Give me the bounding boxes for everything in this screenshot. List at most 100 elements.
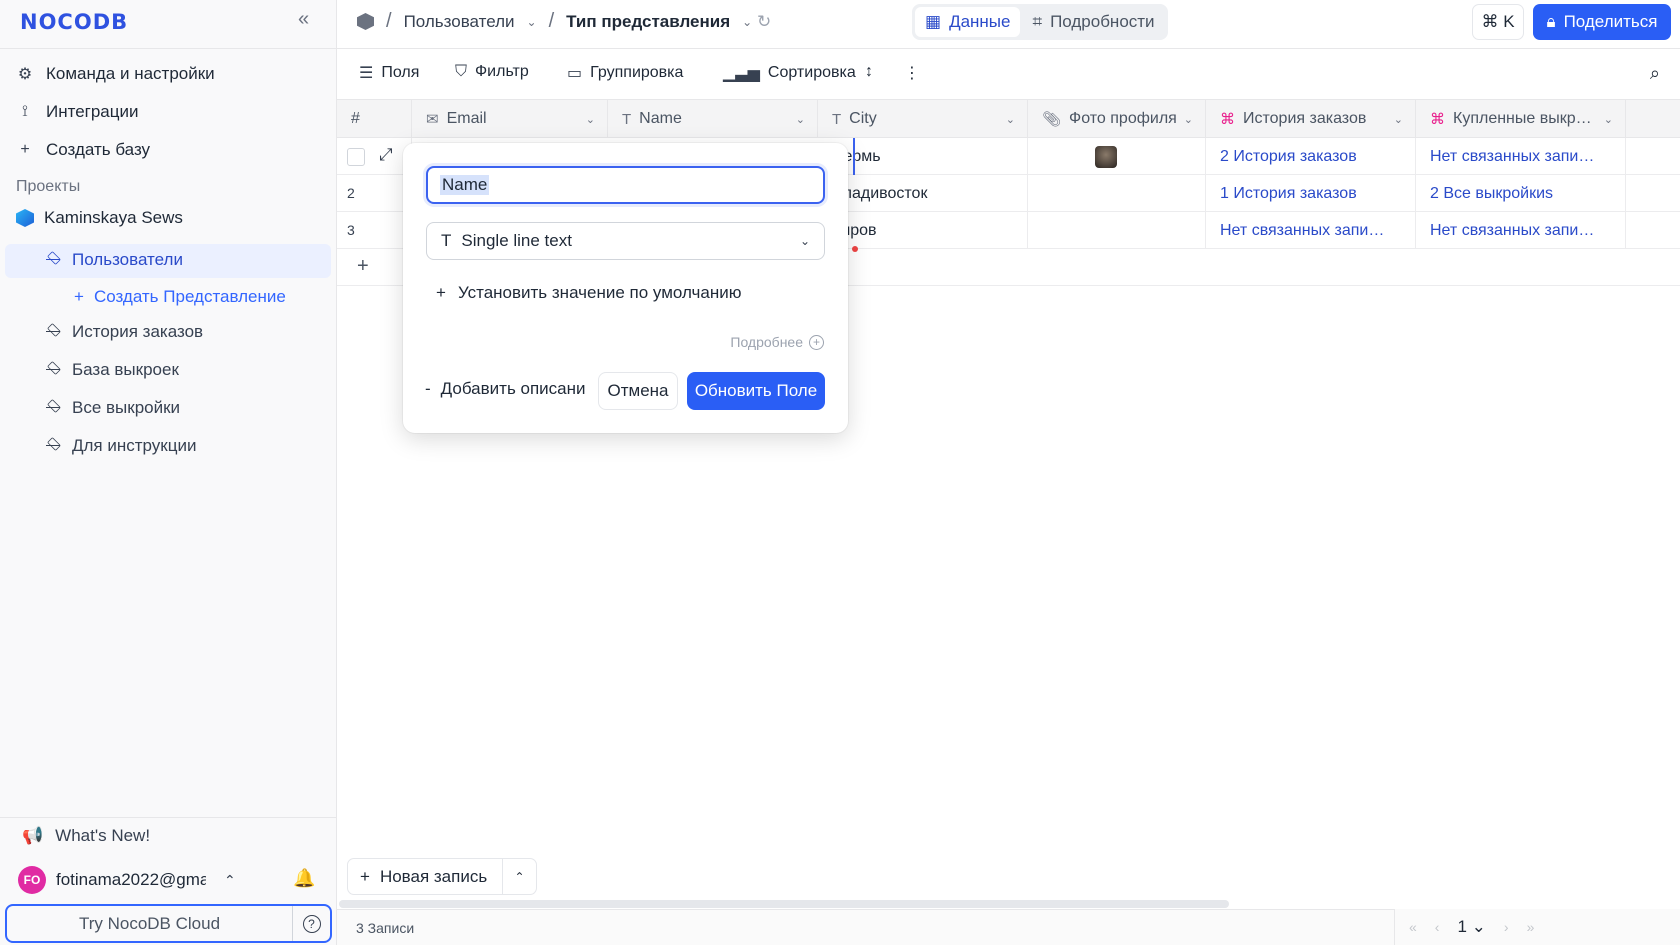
add-description-button[interactable]: - Добавить описани [425,379,586,399]
link-icon: ⌘ [1430,111,1445,128]
header-city[interactable]: T City ⌄ [818,100,1028,138]
bell-icon[interactable]: 🔔 [293,868,315,889]
chevron-down-icon[interactable]: ⌄ [1394,113,1403,126]
header-email[interactable]: ✉ Email ⌄ [412,100,608,138]
sidebar-table-users[interactable]: Пользователи [44,250,183,270]
city-cell[interactable]: Киров [818,212,1028,249]
chevron-down-icon[interactable]: ⌄ [1604,113,1613,126]
field-name-input[interactable]: Name [426,166,825,204]
whats-new-button[interactable]: 📢 What's New! [22,826,150,846]
tab-details[interactable]: ⌗ Подробности [1022,7,1164,37]
sidebar-item-team-settings[interactable]: ⚙ Команда и настройки [16,58,215,90]
city-cell[interactable]: Владивосток [818,175,1028,212]
chevron-up-icon[interactable]: ⌃ [502,859,536,894]
photo-cell[interactable] [1028,212,1206,249]
sidebar-table-patterns-base[interactable]: База выкроек [44,360,179,380]
chevron-down-icon[interactable]: ⌄ [742,15,752,29]
create-view-button[interactable]: + Создать Представление [74,287,286,307]
photo-cell[interactable] [1028,175,1206,212]
plus-icon[interactable]: + [357,255,369,278]
sidebar-table-orders[interactable]: История заказов [44,322,203,342]
row-checkbox[interactable] [347,148,365,166]
new-record-button[interactable]: + Новая запись ⌃ [347,858,537,895]
prev-page-icon[interactable]: ‹ [1435,919,1440,935]
sort-button[interactable]: ▁▃▅ Сортировка [723,63,856,83]
orders-cell[interactable]: Нет связанных запи… [1206,212,1416,249]
table-icon [44,251,62,269]
new-record-main[interactable]: + Новая запись [348,867,502,887]
add-description-label: Добавить описани [440,379,586,398]
group-button[interactable]: ▭ Группировка [567,63,683,83]
last-page-icon[interactable]: » [1527,919,1535,935]
breadcrumb: / Пользователи ⌄ / Тип представления ⌄ [357,10,752,33]
chevron-down-icon[interactable]: ⌄ [1184,113,1193,126]
pagination: « ‹ 1 ⌄ › » [1394,909,1680,945]
photo-cell[interactable] [1028,138,1206,175]
record-count: 3 Записи [356,920,415,936]
filter-button[interactable]: ⛉ Фильтр [455,63,529,81]
page-select[interactable]: 1 ⌄ [1457,917,1485,937]
next-page-icon[interactable]: › [1504,919,1509,935]
bought-cell[interactable]: Нет связанных запи… [1416,212,1626,249]
expand-icon[interactable]: ⤢ [379,145,393,165]
tab-label: Данные [949,12,1011,31]
first-page-icon[interactable]: « [1409,919,1417,935]
profile-photo-thumbnail[interactable] [1095,145,1117,168]
text-type-icon: T [832,110,842,128]
share-label: Поделиться [1563,12,1658,31]
sidebar-item-integrations[interactable]: ⟟ Интеграции [16,96,138,128]
table-label: Пользователи [72,250,183,269]
email-icon: ✉ [426,111,439,128]
city-cell[interactable]: Пермь [818,138,1028,175]
breadcrumb-table[interactable]: Пользователи [404,12,515,32]
sidebar-table-instructions[interactable]: Для инструкции [44,436,196,456]
table-icon [44,361,62,379]
breadcrumb-view[interactable]: Тип представления [566,12,730,32]
text-type-icon: T [441,231,452,250]
chevron-down-icon: ⌄ [799,234,810,248]
share-button[interactable]: 🔒︎ Поделиться [1533,4,1671,40]
chevron-down-icon[interactable]: ⌄ [796,113,805,126]
chevron-down-icon[interactable]: ⌄ [1006,113,1015,126]
nocodb-logo[interactable]: NOCODB [20,10,128,34]
sidebar-table-all-patterns[interactable]: Все выкройки [44,398,180,418]
header-order-history[interactable]: ⌘ История заказов ⌄ [1206,100,1416,138]
base-item[interactable]: Kaminskaya Sews [16,208,183,228]
chevron-down-icon[interactable]: ⌄ [527,15,537,29]
tab-data[interactable]: ▦ Данные [915,7,1021,37]
sidebar-item-create-base[interactable]: + Создать базу [16,134,150,166]
bought-cell[interactable]: Нет связанных запи… [1416,138,1626,175]
help-button[interactable]: ? [292,906,330,941]
resize-handle[interactable] [852,246,858,252]
chevron-up-icon: ⌃ [224,871,236,888]
field-type-select[interactable]: T Single line text ⌄ [426,222,825,260]
header-photo[interactable]: 📎︎ Фото профиля ⌄ [1028,100,1206,138]
header-bought-patterns[interactable]: ⌘ Купленные выкр… ⌄ [1416,100,1626,138]
table-icon [44,437,62,455]
base-cube-icon [16,209,34,227]
app-root: NOCODB « ⚙ Команда и настройки ⟟ Интегра… [0,0,1680,945]
fields-button[interactable]: ☰ Поля [359,63,419,83]
cancel-button[interactable]: Отмена [598,372,678,410]
header-name[interactable]: T Name ⌄ [608,100,818,138]
more-options-icon[interactable]: ⋮ [904,63,920,83]
base-icon [357,13,374,30]
more-options-button[interactable]: Подробнее + [730,334,824,350]
table-icon [44,323,62,341]
reload-icon[interactable]: ↻ [757,12,771,32]
row-height-icon[interactable]: ↕ [865,63,873,81]
orders-cell[interactable]: 2 История заказов [1206,138,1416,175]
search-icon[interactable]: ⌕ [1650,63,1660,84]
double-chevron-left-icon[interactable]: « [298,8,309,31]
bought-cell[interactable]: 2 Все выкройкиs [1416,175,1626,212]
set-default-value-button[interactable]: + Установить значение по умолчанию [436,283,741,303]
chevron-down-icon[interactable]: ⌄ [586,113,595,126]
update-field-button[interactable]: Обновить Поле [687,372,825,410]
user-menu[interactable]: FO fotinama2022@gmail.com ⌃ [18,866,236,894]
command-palette-button[interactable]: ⌘ K [1472,4,1524,40]
table-label: Все выкройки [72,398,181,417]
horizontal-scrollbar[interactable] [339,900,1229,908]
try-cloud-button[interactable]: Try NocoDB Cloud [7,906,292,941]
orders-cell[interactable]: 1 История заказов [1206,175,1416,212]
more-label: Подробнее [730,334,803,350]
